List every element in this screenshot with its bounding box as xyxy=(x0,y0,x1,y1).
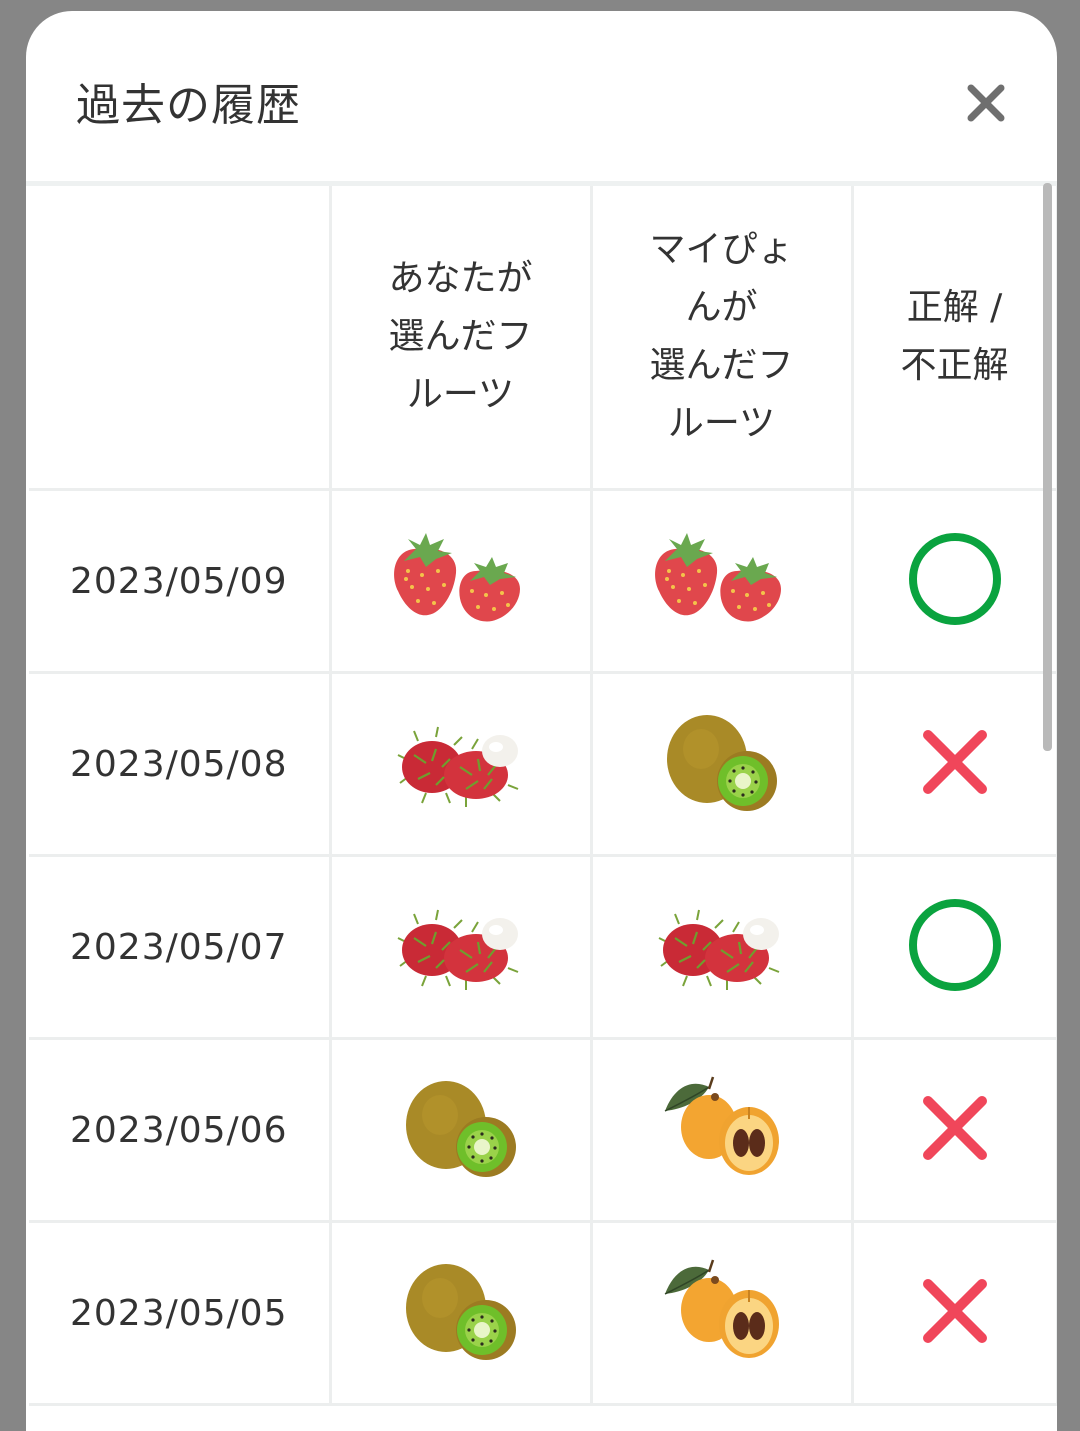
row-your-fruit xyxy=(328,671,593,857)
row-date: 2023/05/05 xyxy=(29,1220,332,1406)
table-header-row: あなたが 選んだフ ルーツ マイぴょ んが 選んだフ ルーツ 正解 / 不正解 xyxy=(29,186,1057,491)
modal-header: 過去の履歴 xyxy=(26,11,1057,181)
header-mypyon-fruit: マイぴょ んが 選んだフ ルーツ xyxy=(589,186,854,491)
incorrect-cross-icon xyxy=(922,1279,987,1343)
row-date: 2023/05/07 xyxy=(29,854,332,1040)
history-modal: 過去の履歴 あなたが 選んだフ ルーツ マイぴょ んが 選んだフ ルーツ 正解 … xyxy=(26,11,1057,1431)
kiwi-icon xyxy=(405,1264,516,1360)
row-result xyxy=(850,488,1057,674)
table-row: 2023/05/09 xyxy=(29,488,1057,674)
row-date: 2023/05/06 xyxy=(29,1037,332,1223)
rambutan-icon xyxy=(397,909,518,990)
row-mypyon-fruit xyxy=(589,488,854,674)
row-result xyxy=(850,854,1057,1040)
header-result: 正解 / 不正解 xyxy=(850,186,1057,491)
close-button[interactable] xyxy=(956,73,1016,133)
table-row: 2023/05/05 xyxy=(29,1220,1057,1406)
rambutan-icon xyxy=(397,726,518,807)
row-date: 2023/05/08 xyxy=(29,671,332,857)
row-mypyon-fruit xyxy=(589,671,854,857)
strawberry-icon xyxy=(654,533,781,622)
history-table: あなたが 選んだフ ルーツ マイぴょ んが 選んだフ ルーツ 正解 / 不正解 … xyxy=(29,186,1057,1406)
row-mypyon-fruit xyxy=(589,854,854,1040)
incorrect-cross-icon xyxy=(922,730,987,794)
row-result xyxy=(850,671,1057,857)
close-icon xyxy=(967,84,1005,122)
header-your-fruit: あなたが 選んだフ ルーツ xyxy=(328,186,593,491)
loquat-icon xyxy=(664,1076,779,1175)
row-mypyon-fruit xyxy=(589,1037,854,1223)
history-table-container: あなたが 選んだフ ルーツ マイぴょ んが 選んだフ ルーツ 正解 / 不正解 … xyxy=(29,186,1057,1426)
row-your-fruit xyxy=(328,1220,593,1406)
kiwi-icon xyxy=(405,1081,516,1177)
row-your-fruit xyxy=(328,854,593,1040)
correct-circle-icon xyxy=(908,533,1001,625)
row-result xyxy=(850,1220,1057,1406)
table-row: 2023/05/08 xyxy=(29,671,1057,857)
modal-title: 過去の履歴 xyxy=(76,80,301,131)
vertical-scrollbar[interactable] xyxy=(1043,183,1052,751)
table-row: 2023/05/07 xyxy=(29,854,1057,1040)
header-date xyxy=(29,186,332,491)
correct-circle-icon xyxy=(908,899,1001,991)
loquat-icon xyxy=(664,1259,779,1358)
row-date: 2023/05/09 xyxy=(29,488,332,674)
strawberry-icon xyxy=(393,533,520,622)
incorrect-cross-icon xyxy=(922,1096,987,1160)
row-your-fruit xyxy=(328,1037,593,1223)
kiwi-icon xyxy=(666,715,777,811)
row-mypyon-fruit xyxy=(589,1220,854,1406)
table-row: 2023/05/06 xyxy=(29,1037,1057,1223)
row-result xyxy=(850,1037,1057,1223)
rambutan-icon xyxy=(658,909,779,990)
row-your-fruit xyxy=(328,488,593,674)
